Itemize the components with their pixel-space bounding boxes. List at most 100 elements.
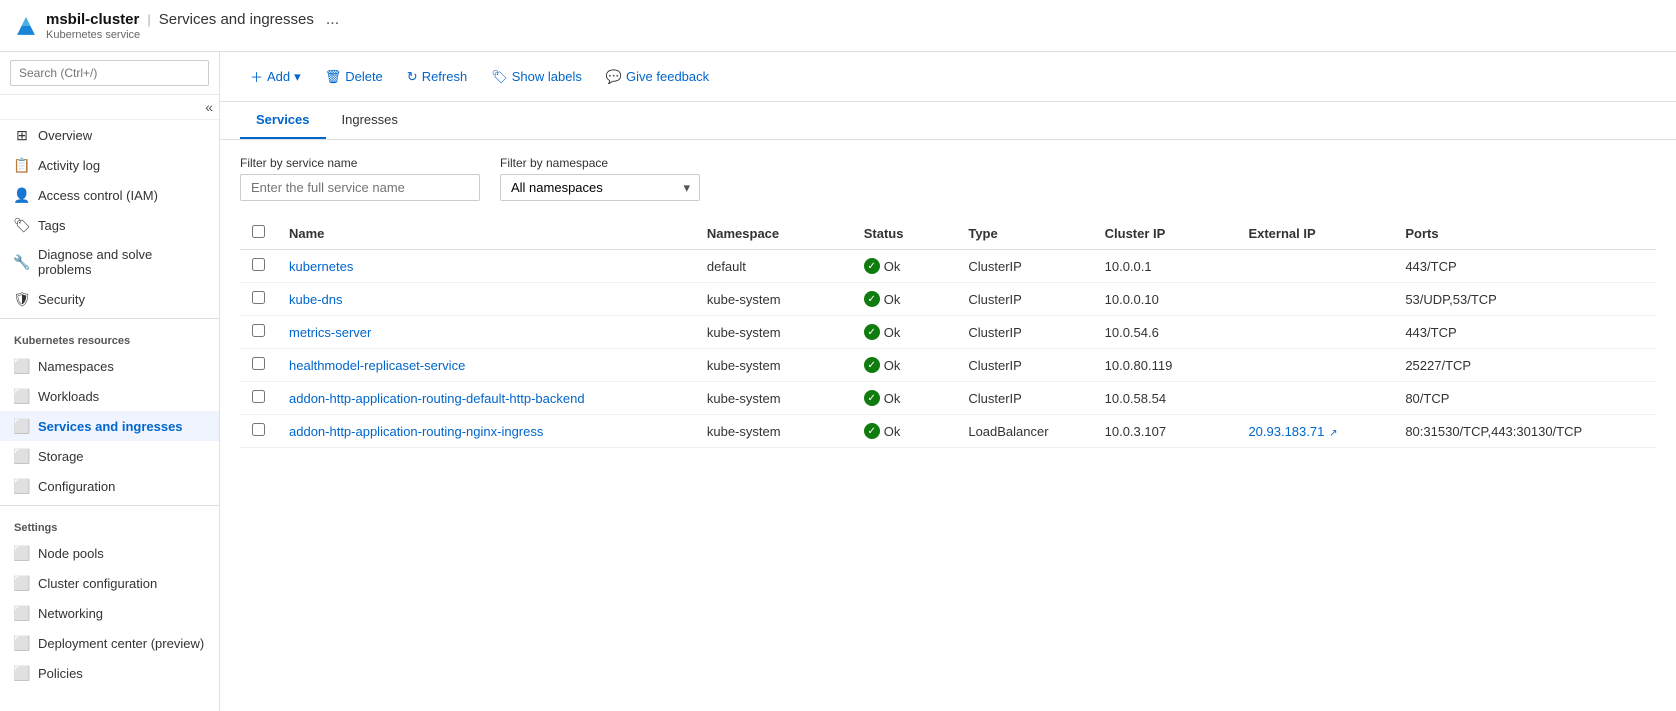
service-name-link[interactable]: metrics-server bbox=[289, 325, 371, 340]
row-type: ClusterIP bbox=[956, 349, 1092, 382]
sidebar-item-label: Services and ingresses bbox=[38, 419, 183, 434]
filter-namespace-group: Filter by namespace All namespaces defau… bbox=[500, 156, 700, 201]
row-checkbox[interactable] bbox=[252, 291, 265, 304]
row-checkbox[interactable] bbox=[252, 324, 265, 337]
status-text: Ok bbox=[884, 424, 901, 439]
select-all-checkbox[interactable] bbox=[252, 225, 265, 238]
sidebar-item-deployment-center[interactable]: ⬜ Deployment center (preview) bbox=[0, 628, 219, 658]
row-namespace: kube-system bbox=[695, 283, 852, 316]
external-ip-link[interactable]: 20.93.183.71 bbox=[1248, 424, 1324, 439]
delete-button[interactable]: 🗑 Delete bbox=[315, 64, 393, 90]
row-checkbox[interactable] bbox=[252, 390, 265, 403]
sidebar-item-activity-log[interactable]: 📋 Activity log bbox=[0, 150, 219, 180]
header-name: Name bbox=[277, 217, 695, 250]
activity-log-icon: 📋 bbox=[14, 157, 30, 173]
service-name-link[interactable]: kube-dns bbox=[289, 292, 342, 307]
table-body: kubernetesdefaultOkClusterIP10.0.0.1443/… bbox=[240, 250, 1656, 448]
row-cluster-ip: 10.0.58.54 bbox=[1093, 382, 1237, 415]
row-cluster-ip: 10.0.0.10 bbox=[1093, 283, 1237, 316]
row-namespace: kube-system bbox=[695, 415, 852, 448]
sidebar-item-label: Security bbox=[38, 292, 85, 307]
sidebar-item-label: Node pools bbox=[38, 546, 104, 561]
sidebar-item-networking[interactable]: ⬜ Networking bbox=[0, 598, 219, 628]
status-text: Ok bbox=[884, 292, 901, 307]
sidebar-item-label: Policies bbox=[38, 666, 83, 681]
sidebar-item-configuration[interactable]: ⬜ Configuration bbox=[0, 471, 219, 501]
sidebar-item-policies[interactable]: ⬜ Policies bbox=[0, 658, 219, 688]
row-checkbox-cell bbox=[240, 316, 277, 349]
row-external-ip bbox=[1236, 283, 1393, 316]
sidebar-item-workloads[interactable]: ⬜ Workloads bbox=[0, 381, 219, 411]
service-name-link[interactable]: addon-http-application-routing-default-h… bbox=[289, 391, 585, 406]
service-name-link[interactable]: kubernetes bbox=[289, 259, 353, 274]
status-text: Ok bbox=[884, 259, 901, 274]
sidebar-item-namespaces[interactable]: ⬜ Namespaces bbox=[0, 351, 219, 381]
sidebar: « ⊞ Overview 📋 Activity log 👤 Access con… bbox=[0, 52, 220, 711]
row-external-ip: 20.93.183.71 ↗ bbox=[1236, 415, 1393, 448]
status-text: Ok bbox=[884, 358, 901, 373]
row-ports: 80:31530/TCP,443:30130/TCP bbox=[1393, 415, 1656, 448]
sidebar-item-label: Deployment center (preview) bbox=[38, 636, 204, 651]
sidebar-item-services-ingresses[interactable]: ⬜ Services and ingresses bbox=[0, 411, 219, 441]
sidebar-item-node-pools[interactable]: ⬜ Node pools bbox=[0, 538, 219, 568]
row-type: ClusterIP bbox=[956, 382, 1092, 415]
sidebar-collapse-button[interactable]: « bbox=[0, 95, 219, 120]
node-pools-icon: ⬜ bbox=[14, 545, 30, 561]
give-feedback-label: Give feedback bbox=[626, 69, 709, 84]
policies-icon: ⬜ bbox=[14, 665, 30, 681]
row-external-ip bbox=[1236, 349, 1393, 382]
sidebar-item-tags[interactable]: 🏷 Tags bbox=[0, 210, 219, 240]
search-input[interactable] bbox=[10, 60, 209, 86]
row-status: Ok bbox=[852, 250, 957, 283]
sidebar-item-diagnose[interactable]: 🔧 Diagnose and solve problems bbox=[0, 240, 219, 284]
sidebar-item-overview[interactable]: ⊞ Overview bbox=[0, 120, 219, 150]
configuration-icon: ⬜ bbox=[14, 478, 30, 494]
row-namespace: kube-system bbox=[695, 382, 852, 415]
sidebar-item-storage[interactable]: ⬜ Storage bbox=[0, 441, 219, 471]
row-external-ip bbox=[1236, 250, 1393, 283]
storage-icon: ⬜ bbox=[14, 448, 30, 464]
add-button[interactable]: ＋ Add ▾ bbox=[240, 62, 311, 91]
give-feedback-button[interactable]: 💬 Give feedback bbox=[596, 64, 719, 90]
filter-name-label: Filter by service name bbox=[240, 156, 480, 170]
row-name: healthmodel-replicaset-service bbox=[277, 349, 695, 382]
sidebar-item-access-control[interactable]: 👤 Access control (IAM) bbox=[0, 180, 219, 210]
row-checkbox[interactable] bbox=[252, 357, 265, 370]
row-checkbox[interactable] bbox=[252, 423, 265, 436]
status-ok-icon bbox=[864, 324, 880, 340]
row-checkbox-cell bbox=[240, 415, 277, 448]
header-title-group: msbil-cluster | Services and ingresses .… bbox=[46, 11, 339, 41]
row-ports: 25227/TCP bbox=[1393, 349, 1656, 382]
tab-services[interactable]: Services bbox=[240, 102, 326, 139]
external-link-icon: ↗ bbox=[1326, 428, 1337, 439]
header-ports: Ports bbox=[1393, 217, 1656, 250]
namespace-select[interactable]: All namespaces default kube-system bbox=[500, 174, 700, 201]
row-type: LoadBalancer bbox=[956, 415, 1092, 448]
row-checkbox-cell bbox=[240, 283, 277, 316]
row-name: addon-http-application-routing-nginx-ing… bbox=[277, 415, 695, 448]
tab-ingresses[interactable]: Ingresses bbox=[326, 102, 414, 139]
row-checkbox[interactable] bbox=[252, 258, 265, 271]
table-row: kube-dnskube-systemOkClusterIP10.0.0.105… bbox=[240, 283, 1656, 316]
tabs-container: Services Ingresses bbox=[220, 102, 1676, 140]
filter-name-input[interactable] bbox=[240, 174, 480, 201]
row-cluster-ip: 10.0.54.6 bbox=[1093, 316, 1237, 349]
row-namespace: default bbox=[695, 250, 852, 283]
status-ok-icon bbox=[864, 390, 880, 406]
show-labels-button[interactable]: 🏷 Show labels bbox=[481, 64, 592, 90]
access-control-icon: 👤 bbox=[14, 187, 30, 203]
toolbar: ＋ Add ▾ 🗑 Delete ↻ Refresh 🏷 Show labels… bbox=[220, 52, 1676, 102]
service-name-link[interactable]: healthmodel-replicaset-service bbox=[289, 358, 465, 373]
service-name-link[interactable]: addon-http-application-routing-nginx-ing… bbox=[289, 424, 543, 439]
row-external-ip bbox=[1236, 382, 1393, 415]
sidebar-item-label: Workloads bbox=[38, 389, 99, 404]
workloads-icon: ⬜ bbox=[14, 388, 30, 404]
status-text: Ok bbox=[884, 391, 901, 406]
sidebar-item-cluster-config[interactable]: ⬜ Cluster configuration bbox=[0, 568, 219, 598]
sidebar-divider-2 bbox=[0, 505, 219, 506]
more-options-button[interactable]: ... bbox=[326, 11, 339, 29]
services-table-wrapper: Name Namespace Status Type Cluster IP Ex… bbox=[220, 217, 1676, 711]
sidebar-item-label: Namespaces bbox=[38, 359, 114, 374]
refresh-button[interactable]: ↻ Refresh bbox=[397, 64, 477, 90]
sidebar-item-security[interactable]: 🛡 Security bbox=[0, 284, 219, 314]
